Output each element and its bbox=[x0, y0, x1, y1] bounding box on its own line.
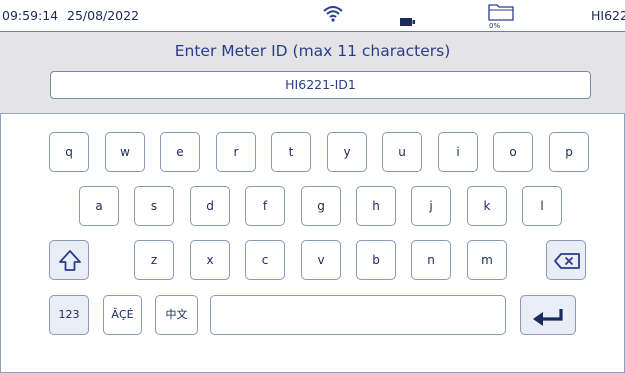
key-k[interactable]: k bbox=[467, 186, 507, 226]
key-l[interactable]: l bbox=[522, 186, 562, 226]
key-v[interactable]: v bbox=[301, 240, 341, 280]
key-x[interactable]: x bbox=[190, 240, 230, 280]
shift-key[interactable] bbox=[49, 240, 89, 280]
key-u[interactable]: u bbox=[382, 132, 422, 172]
chinese-key[interactable]: 中文 bbox=[155, 295, 198, 335]
key-y[interactable]: y bbox=[327, 132, 367, 172]
backspace-icon bbox=[554, 253, 580, 269]
wifi-icon bbox=[322, 4, 344, 26]
key-f[interactable]: f bbox=[245, 186, 285, 226]
storage-percent: 0% bbox=[489, 22, 501, 30]
key-z[interactable]: z bbox=[134, 240, 174, 280]
enter-key[interactable] bbox=[520, 295, 576, 335]
battery-icon bbox=[400, 11, 416, 30]
key-m[interactable]: m bbox=[467, 240, 507, 280]
numbers-key[interactable]: 123 bbox=[49, 295, 89, 335]
shift-arrow-icon bbox=[59, 250, 81, 271]
clock-time: 09:59:14 bbox=[2, 8, 59, 23]
key-r[interactable]: r bbox=[216, 132, 256, 172]
status-bar: 09:59:14 25/08/2022 0% HI6221 bbox=[0, 0, 625, 32]
key-a[interactable]: a bbox=[79, 186, 119, 226]
key-e[interactable]: e bbox=[160, 132, 200, 172]
key-b[interactable]: b bbox=[356, 240, 396, 280]
key-q[interactable]: q bbox=[49, 132, 89, 172]
key-n[interactable]: n bbox=[411, 240, 451, 280]
key-h[interactable]: h bbox=[356, 186, 396, 226]
enter-arrow-icon bbox=[533, 309, 563, 326]
accents-key[interactable]: ĂÇÉ bbox=[103, 295, 142, 335]
space-key[interactable] bbox=[210, 295, 506, 335]
key-s[interactable]: s bbox=[134, 186, 174, 226]
key-c[interactable]: c bbox=[245, 240, 285, 280]
key-w[interactable]: w bbox=[105, 132, 145, 172]
key-p[interactable]: p bbox=[549, 132, 589, 172]
key-o[interactable]: o bbox=[493, 132, 533, 172]
meter-id-field[interactable]: HI6221-ID1 bbox=[50, 71, 591, 99]
model-name: HI6221 bbox=[591, 8, 625, 23]
key-j[interactable]: j bbox=[411, 186, 451, 226]
backspace-key[interactable] bbox=[546, 240, 586, 280]
prompt-title: Enter Meter ID (max 11 characters) bbox=[174, 42, 451, 60]
input-header: Enter Meter ID (max 11 characters) HI622… bbox=[0, 32, 625, 114]
clock-date: 25/08/2022 bbox=[67, 8, 140, 23]
key-g[interactable]: g bbox=[301, 186, 341, 226]
key-t[interactable]: t bbox=[271, 132, 311, 172]
key-i[interactable]: i bbox=[438, 132, 478, 172]
key-d[interactable]: d bbox=[190, 186, 230, 226]
